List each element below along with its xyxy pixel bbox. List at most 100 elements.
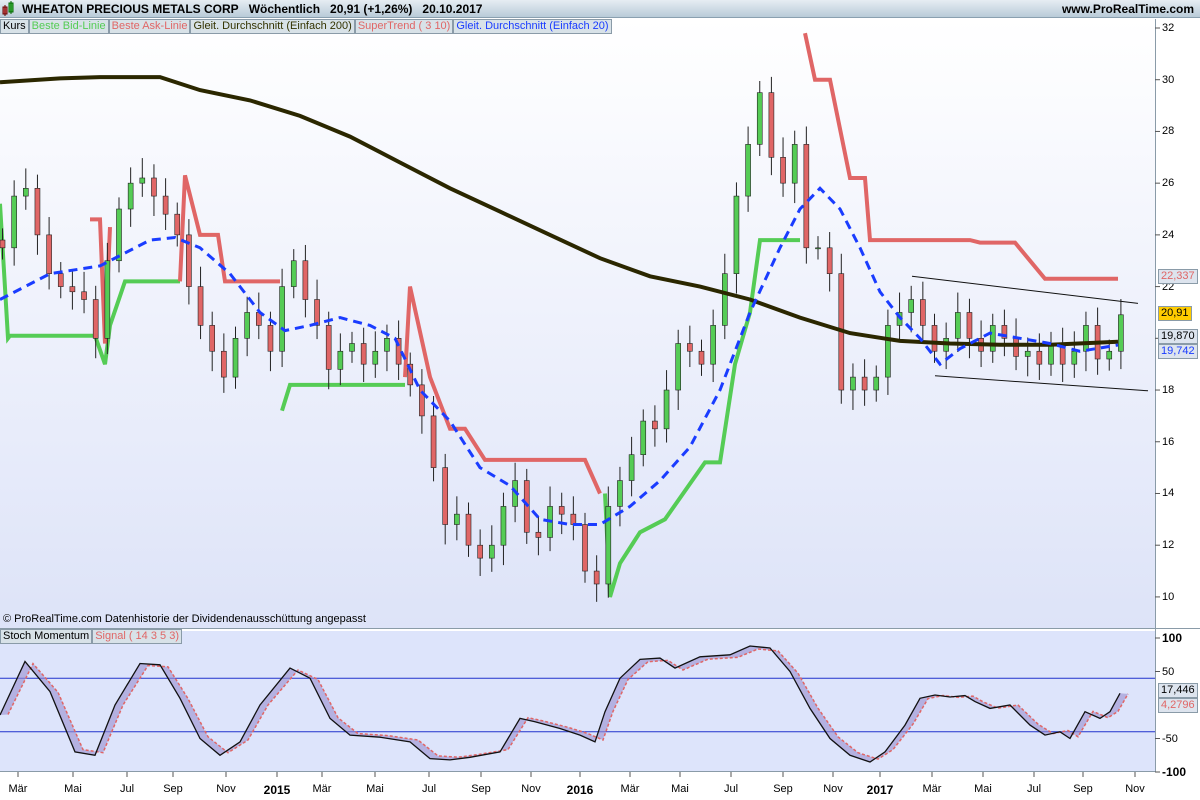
- y-tick-label: 32: [1162, 22, 1175, 34]
- candle: [465, 513, 472, 546]
- candle: [442, 467, 449, 525]
- candle: [104, 260, 111, 339]
- price-chart[interactable]: [0, 0, 1200, 800]
- candle: [500, 506, 507, 546]
- candle: [815, 247, 821, 250]
- price-panel: [0, 19, 1155, 628]
- candle: [628, 454, 635, 481]
- candle: [1071, 350, 1078, 365]
- x-tick-label: Mär: [312, 783, 332, 795]
- x-tick-label: Nov: [216, 783, 236, 795]
- candle: [384, 338, 390, 352]
- candle: [756, 92, 763, 145]
- candle: [46, 234, 52, 274]
- candle: [116, 208, 122, 262]
- last-price-badge: 20,91: [1158, 306, 1192, 321]
- copyright-note: © ProRealTime.com Datenhistorie der Divi…: [3, 613, 366, 625]
- candle: [1024, 350, 1031, 357]
- candle: [721, 273, 728, 326]
- candle: [174, 213, 181, 236]
- candle: [454, 513, 460, 525]
- candle: [314, 299, 320, 326]
- candle: [1013, 338, 1019, 357]
- x-tick-label: Sep: [163, 783, 183, 795]
- stoch-legend: Stoch Momentum Signal ( 14 3 5 3): [0, 629, 182, 644]
- candle: [325, 325, 332, 370]
- legend-item: SuperTrend ( 3 10): [354, 19, 454, 34]
- signal-badge: 4,2796: [1158, 698, 1198, 713]
- candle: [826, 247, 833, 274]
- indicator-legend: Kurs Beste Bid-Linie Beste Ask-Linie Gleit.…: [0, 19, 612, 34]
- candle: [197, 286, 204, 326]
- stoch-y-tick-label: 100: [1162, 631, 1183, 645]
- candle: [34, 188, 41, 236]
- ask-line-badge: 22,337: [1158, 269, 1198, 284]
- y-tick-label: 26: [1162, 177, 1175, 190]
- candle: [803, 144, 810, 249]
- candle: [360, 343, 367, 365]
- x-tick-label: 2016: [566, 783, 594, 797]
- candle: [954, 312, 961, 339]
- stoch-y-tick-label: -50: [1162, 732, 1178, 745]
- candle: [885, 325, 891, 378]
- stoch-legend-item: Stoch Momentum: [0, 629, 93, 644]
- candle: [745, 144, 751, 197]
- candle: [69, 286, 76, 293]
- legend-item: Gleit. Durchschnitt (Einfach 20): [453, 19, 612, 34]
- sma20-badge: 19,742: [1158, 344, 1198, 359]
- x-tick-label: Jul: [119, 783, 135, 795]
- y-tick-label: 10: [1162, 590, 1175, 603]
- candle: [768, 92, 775, 158]
- candle: [687, 343, 693, 352]
- sma200-badge: 19,870: [1158, 329, 1198, 344]
- candle: [221, 350, 227, 378]
- x-tick-label: Nov: [1125, 783, 1145, 795]
- candle: [477, 544, 483, 559]
- candle: [22, 188, 29, 197]
- candle: [1118, 314, 1124, 352]
- candle: [558, 506, 565, 515]
- candle: [1036, 350, 1043, 365]
- y-tick-label: 28: [1162, 125, 1175, 138]
- y-tick-label: 14: [1162, 487, 1175, 500]
- candle: [582, 524, 588, 572]
- x-tick-label: Mai: [366, 783, 384, 795]
- candle: [279, 286, 285, 352]
- candle: [593, 570, 600, 585]
- y-tick-label: 18: [1162, 384, 1175, 397]
- candle: [675, 343, 682, 391]
- candle: [698, 350, 705, 365]
- x-tick-label: Sep: [773, 783, 793, 795]
- candle: [57, 273, 64, 287]
- x-tick-label: Sep: [1073, 783, 1093, 795]
- candle: [232, 338, 239, 378]
- x-tick-label: Jul: [421, 783, 437, 795]
- candle: [663, 389, 670, 430]
- candle: [989, 325, 996, 352]
- candle: [733, 195, 740, 274]
- candle: [640, 420, 647, 455]
- candle: [372, 350, 379, 365]
- candle: [570, 513, 577, 525]
- candle: [1106, 350, 1113, 360]
- x-tick-label: Jul: [723, 783, 739, 795]
- legend-item: Beste Ask-Linie: [108, 19, 191, 34]
- candle: [244, 312, 250, 339]
- candle: [162, 195, 169, 215]
- x-tick-label: Nov: [823, 783, 843, 795]
- candle: [850, 376, 856, 391]
- candle: [349, 343, 355, 352]
- y-tick-label: 24: [1162, 228, 1175, 241]
- candle: [430, 415, 437, 468]
- stoch-y-tick-label: 50: [1162, 665, 1175, 678]
- candle: [209, 325, 215, 352]
- candle: [873, 376, 880, 391]
- y-tick-label: 16: [1162, 435, 1175, 448]
- x-tick-label: Mai: [974, 783, 992, 795]
- candle: [908, 299, 915, 313]
- x-tick-label: Mär: [922, 783, 942, 795]
- x-tick-label: 2015: [263, 783, 291, 797]
- x-tick-label: Nov: [521, 783, 541, 795]
- legend-item: Beste Bid-Linie: [28, 19, 109, 34]
- legend-item: Kurs: [0, 19, 29, 34]
